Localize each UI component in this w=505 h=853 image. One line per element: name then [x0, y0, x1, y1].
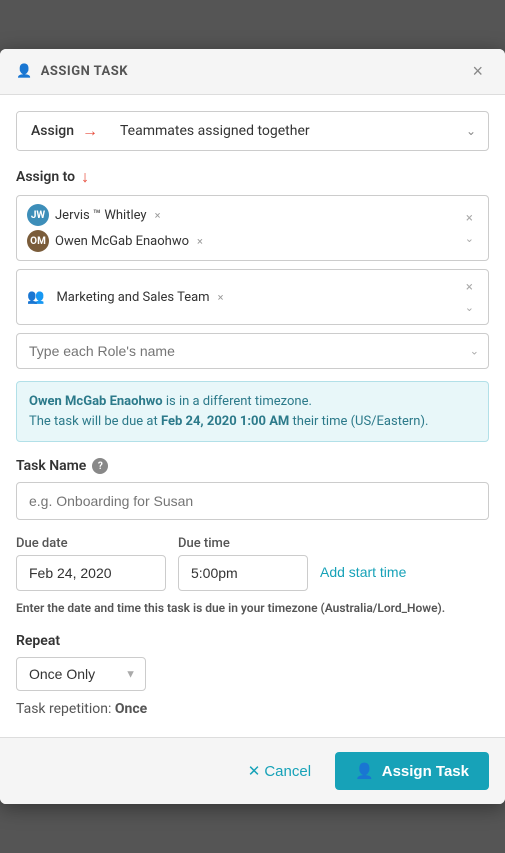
- repeat-label: Repeat: [16, 633, 489, 649]
- team-box-expand-button[interactable]: ⌄: [461, 299, 478, 316]
- assign-task-button[interactable]: 👤 Assign Task: [335, 752, 489, 790]
- close-button[interactable]: ×: [466, 59, 489, 84]
- team-box-actions: × ⌄: [461, 278, 478, 316]
- team-box-clear-button[interactable]: ×: [462, 278, 477, 297]
- assign-to-label: Assign to ↓: [16, 167, 489, 187]
- arrow-right-icon: →: [82, 121, 98, 141]
- modal-body: Assign → Teammates assigned together ⌄ A…: [0, 95, 505, 737]
- team-assignee-box: 👥 Marketing and Sales Team × × ⌄: [16, 269, 489, 325]
- role-input-chevron-icon[interactable]: ⌄: [470, 345, 479, 358]
- add-start-time-button[interactable]: Add start time: [320, 564, 406, 580]
- assign-type-chevron-icon[interactable]: ⌄: [454, 115, 488, 147]
- timezone-hint: Enter the date and time this task is due…: [16, 599, 489, 617]
- assignee-tag-owen: OM Owen McGab Enaohwo ×: [27, 230, 453, 252]
- people-box-expand-button[interactable]: ⌄: [461, 230, 478, 247]
- assignees-list: JW Jervis ™ Whitley × OM Owen McGab Enao…: [27, 204, 453, 252]
- due-date-label: Due date: [16, 536, 166, 551]
- modal-header: 👤 ASSIGN TASK ×: [0, 49, 505, 95]
- assign-type-selector[interactable]: Assign → Teammates assigned together ⌄: [16, 111, 489, 151]
- team-icon: 👥: [27, 289, 44, 305]
- people-box-clear-button[interactable]: ×: [462, 209, 477, 228]
- due-time-input[interactable]: [178, 555, 308, 591]
- due-date-group: Due date: [16, 536, 166, 591]
- due-date-input[interactable]: [16, 555, 166, 591]
- task-name-input[interactable]: [16, 482, 489, 520]
- assignee-tag-jervis: JW Jervis ™ Whitley ×: [27, 204, 453, 226]
- team-tag: 👥 Marketing and Sales Team ×: [27, 289, 453, 305]
- modal-scroll-area: Assign → Teammates assigned together ⌄ A…: [0, 95, 505, 737]
- repeat-select[interactable]: Once Only Daily Weekly Monthly Yearly: [16, 657, 146, 691]
- assign-type-value: Teammates assigned together: [112, 114, 454, 148]
- people-box-actions: × ⌄: [461, 209, 478, 247]
- assign-task-modal: 👤 ASSIGN TASK × Assign → Teammates assig…: [0, 49, 505, 804]
- modal-title: 👤 ASSIGN TASK: [16, 64, 128, 79]
- avatar-jervis: JW: [27, 204, 49, 226]
- help-icon[interactable]: ?: [92, 458, 108, 474]
- repeat-select-wrapper: Once Only Daily Weekly Monthly Yearly ▼: [16, 657, 146, 691]
- date-time-row: Due date Due time Add start time: [16, 536, 489, 591]
- assign-task-icon: 👤: [355, 762, 374, 780]
- down-arrow-icon: ↓: [81, 167, 89, 187]
- task-name-label: Task Name ?: [16, 458, 489, 474]
- timezone-notice: Owen McGab Enaohwo is in a different tim…: [16, 381, 489, 442]
- remove-owen-button[interactable]: ×: [197, 235, 203, 248]
- assign-label: Assign →: [17, 112, 112, 150]
- avatar-owen: OM: [27, 230, 49, 252]
- remove-jervis-button[interactable]: ×: [155, 209, 161, 222]
- due-time-group: Due time: [178, 536, 308, 591]
- task-repetition-text: Task repetition: Once: [16, 701, 489, 717]
- people-assignee-box: JW Jervis ™ Whitley × OM Owen McGab Enao…: [16, 195, 489, 261]
- due-time-label: Due time: [178, 536, 308, 551]
- cancel-button[interactable]: ✕ Cancel: [236, 754, 323, 788]
- remove-team-button[interactable]: ×: [218, 291, 224, 304]
- teams-list: 👥 Marketing and Sales Team ×: [27, 289, 453, 305]
- user-icon: 👤: [16, 64, 33, 79]
- role-input-wrapper: ⌄: [16, 333, 489, 369]
- modal-footer: ✕ Cancel 👤 Assign Task: [0, 737, 505, 804]
- role-input[interactable]: [16, 333, 489, 369]
